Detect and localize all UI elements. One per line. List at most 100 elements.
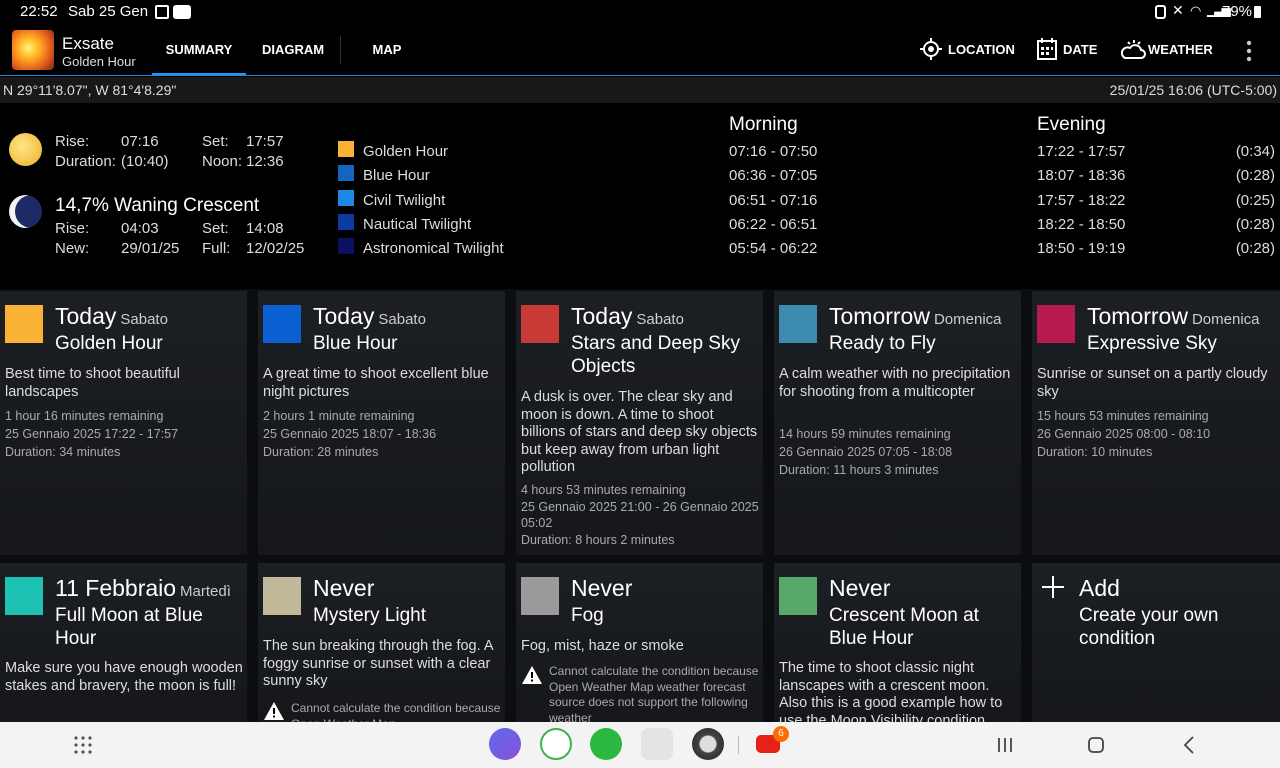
- condition-color-swatch: [521, 305, 559, 343]
- condition-when: Today Sabato: [313, 303, 426, 330]
- back-icon[interactable]: [1183, 736, 1195, 754]
- moon-rise-label: Rise:: [55, 220, 90, 237]
- condition-name: Stars and Deep Sky Objects: [571, 333, 740, 377]
- evening-heading: Evening: [1037, 114, 1106, 135]
- condition-when: 11 Febbraio Martedì: [55, 575, 231, 602]
- condition-warning: Cannot calculate the condition because O…: [291, 701, 501, 722]
- condition-duration: Duration: 8 hours 2 minutes: [521, 532, 675, 547]
- condition-warning: Cannot calculate the condition because O…: [549, 664, 759, 722]
- tab-map[interactable]: MAP: [344, 24, 430, 76]
- morning-civil-twilight: 06:51 - 07:16: [729, 192, 818, 209]
- legend-swatch-nautical-twilight: [338, 214, 354, 230]
- legend-label-nautical-twilight: Nautical Twilight: [363, 216, 472, 233]
- condition-color-swatch: [263, 305, 301, 343]
- condition-when-text: Today: [55, 303, 117, 329]
- condition-when-text: Tomorrow: [1087, 303, 1188, 329]
- condition-card-stars-deep-sky[interactable]: Today Sabato Stars and Deep Sky Objects A…: [516, 291, 763, 555]
- warning-icon: [522, 666, 542, 684]
- condition-when: Never: [829, 575, 890, 602]
- date-label: DATE: [1063, 42, 1098, 57]
- legend-swatch-golden-hour: [338, 141, 354, 157]
- morning-heading: Morning: [729, 114, 798, 135]
- evening-golden-hour: 17:22 - 17:57: [1037, 143, 1126, 160]
- moon-set-label: Set:: [202, 220, 229, 237]
- condition-remaining: 4 hours 53 minutes remaining: [521, 483, 686, 497]
- condition-color-swatch: [5, 577, 43, 615]
- add-condition-title: Add: [1079, 575, 1120, 601]
- shield-app-icon[interactable]: [540, 728, 572, 760]
- system-navigation-bar: 6: [0, 722, 1280, 768]
- condition-when-text: 11 Febbraio: [55, 575, 177, 601]
- condition-card-expressive-sky[interactable]: Tomorrow Domenica Expressive Sky Sunrise …: [1032, 291, 1280, 555]
- overflow-menu-button[interactable]: [1240, 40, 1258, 62]
- date-button[interactable]: DATE: [1037, 24, 1102, 76]
- condition-day: Domenica: [933, 311, 1002, 328]
- youtube-badge: 6: [773, 726, 789, 742]
- condition-when: Never: [571, 575, 632, 602]
- location-crosshair-icon: [920, 38, 942, 60]
- condition-card-ready-to-fly[interactable]: Tomorrow Domenica Ready to Fly A calm wea…: [774, 291, 1021, 555]
- condition-when: Today Sabato: [571, 303, 684, 330]
- condition-remaining: 2 hours 1 minute remaining: [263, 409, 415, 423]
- evening-civil-twilight: 17:57 - 18:22: [1037, 192, 1126, 209]
- weather-cloud-sun-icon: [1120, 40, 1146, 59]
- condition-when-text: Never: [571, 575, 633, 601]
- condition-card-blue-hour[interactable]: Today Sabato Blue Hour A great time to sh…: [258, 291, 505, 555]
- evening-blue-hour: 18:07 - 18:36: [1037, 167, 1126, 184]
- condition-name: Ready to Fly: [829, 333, 936, 354]
- coordinates-bar: N 29°11'8.07", W 81°4'8.29" 25/01/25 16:…: [0, 77, 1280, 103]
- whatsapp-app-icon[interactable]: [590, 728, 622, 760]
- home-icon[interactable]: [1088, 737, 1104, 753]
- condition-meta: 1 hour 16 minutes remaining 25 Gennaio 2…: [5, 407, 245, 461]
- more-vertical-icon: [1246, 40, 1252, 62]
- condition-day: Sabato: [120, 311, 168, 328]
- exsate-app-icon[interactable]: [692, 728, 724, 760]
- weather-button[interactable]: WEATHER: [1120, 24, 1213, 76]
- moon-full-label: Full:: [202, 240, 231, 257]
- condition-card-golden-hour[interactable]: Today Sabato Golden Hour Best time to sho…: [0, 291, 247, 555]
- condition-day: Sabato: [378, 311, 426, 328]
- moon-new-label: New:: [55, 240, 90, 257]
- app-drawer-icon[interactable]: [74, 736, 92, 754]
- condition-duration: Duration: 10 minutes: [1037, 445, 1153, 459]
- morning-blue-hour: 06:36 - 07:05: [729, 167, 818, 184]
- recent-apps-icon[interactable]: [997, 737, 1013, 753]
- sun-icon: [9, 133, 42, 166]
- condition-when: Tomorrow Domenica: [1087, 303, 1260, 330]
- legend-label-civil-twilight: Civil Twilight: [363, 192, 446, 209]
- condition-meta: 14 hours 59 minutes remaining 26 Gennaio…: [779, 425, 1019, 479]
- sun-noon-value: 12:36: [246, 153, 284, 170]
- condition-date-range: 25 Gennaio 2025 21:00 - 26 Gennaio 2025 …: [521, 499, 759, 531]
- condition-day: Domenica: [1191, 311, 1260, 328]
- tab-summary[interactable]: SUMMARY: [152, 24, 246, 76]
- mute-icon: ✕: [1172, 2, 1184, 18]
- add-condition-card[interactable]: Add Create your own condition: [1032, 563, 1280, 722]
- evening-blue-hour-duration: (0:28): [1235, 167, 1275, 184]
- morning-nautical-twilight: 06:22 - 06:51: [729, 216, 818, 233]
- sun-set-label: Set:: [202, 133, 229, 150]
- condition-description: A great time to shoot excellent blue nig…: [263, 366, 489, 400]
- condition-name: Crescent Moon at Blue Hour: [829, 605, 979, 649]
- datetime-text: 25/01/25 16:06 (UTC-5:00): [1109, 82, 1277, 98]
- condition-name: Expressive Sky: [1087, 333, 1217, 354]
- condition-remaining: 14 hours 59 minutes remaining: [779, 427, 951, 441]
- samsung-internet-app-icon[interactable]: [489, 728, 521, 760]
- condition-duration: Duration: 11 hours 3 minutes: [779, 463, 939, 477]
- location-button[interactable]: LOCATION: [920, 24, 1015, 76]
- condition-remaining: 1 hour 16 minutes remaining: [5, 409, 164, 423]
- conditions-grid: Today Sabato Golden Hour Best time to sho…: [0, 289, 1280, 722]
- condition-card-mystery-light[interactable]: Never Mystery Light The sun breaking thr…: [258, 563, 505, 722]
- condition-card-full-moon-blue-hour[interactable]: 11 Febbraio Martedì Full Moon at Blue Hou…: [0, 563, 247, 722]
- morning-golden-hour: 07:16 - 07:50: [729, 143, 818, 160]
- evening-golden-hour-duration: (0:34): [1235, 143, 1275, 160]
- sun-moon-info-panel: Rise: 07:16 Set: 17:57 Duration: (10:40)…: [0, 103, 1280, 289]
- app-folder-icon[interactable]: [641, 728, 673, 760]
- condition-card-crescent-moon-blue-hour[interactable]: Never Crescent Moon at Blue Hour The tim…: [774, 563, 1021, 722]
- tab-diagram[interactable]: DIAGRAM: [250, 24, 336, 76]
- legend-label-astronomical-twilight: Astronomical Twilight: [363, 240, 504, 257]
- condition-description: Sunrise or sunset on a partly cloudy sky: [1037, 366, 1268, 400]
- moon-set-value: 14:08: [246, 220, 284, 237]
- status-date: Sab 25 Gen: [68, 3, 149, 20]
- condition-name: Fog: [571, 605, 604, 626]
- condition-card-fog[interactable]: Never Fog Fog, mist, haze or smoke Canno…: [516, 563, 763, 722]
